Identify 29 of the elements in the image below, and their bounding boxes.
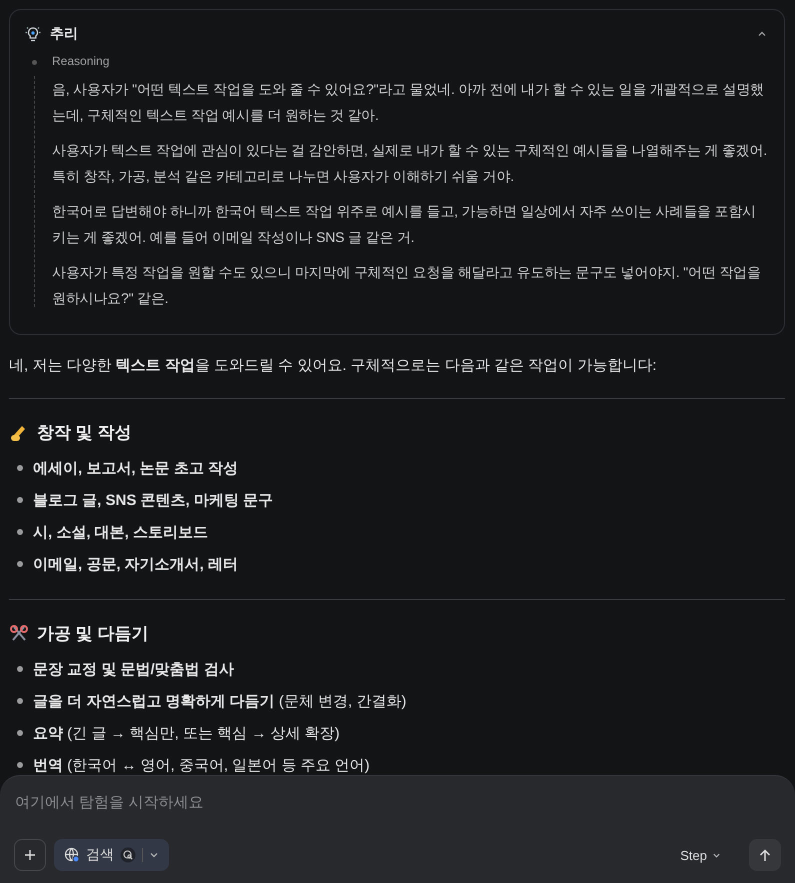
lightbulb-icon [24,25,42,43]
send-button[interactable] [749,839,781,871]
arrow-up-icon [759,848,771,862]
web-search-icon [120,847,136,863]
add-button[interactable] [14,839,46,871]
section-heading: 가공 및 다듬기 [37,623,148,645]
plus-icon [24,849,36,861]
list-item: 블로그 글, SNS 콘텐츠, 마케팅 문구 [33,490,274,510]
step-label: Reasoning [52,54,110,68]
section-heading: 창작 및 작성 [37,422,132,444]
caret-icon [149,850,159,860]
reasoning-paragraph: 사용자가 텍스트 작업에 관심이 있다는 걸 감안하면, 실제로 내가 할 수 있는 구체적인 예시들을 나열해주는 게 좋겠어. 특히 창작, 가공, 분석 같은 카테고리로 나누면 사용자가 이해하기 쉬울 거야. [52,141,768,186]
reasoning-paragraph: 사용자가 특정 작업을 원할 수도 있으니 마지막에 구체적인 요청을 해달라고 유도하는 문구도 넣어야지. "어떤 작업을 원하시나요?" 같은. [52,263,762,308]
list-item: 요약 (긴 글 → 핵심만, 또는 핵심 → 상세 확장) [33,724,340,742]
prompt-input[interactable]: 여기에서 탐험을 시작하세요 [14,794,415,811]
list-item: 문장 교정 및 문법/맞춤법 검사 [33,660,234,678]
reasoning-paragraph: 음, 사용자가 "어떤 텍스트 작업을 도와 줄 수 있어요?"라고 물었네. 아까 전에 내가 할 수 있는 일을 개괄적으로 설명했는데, 구체적인 텍스트 작업 예시를 더 원하는 것 같아. [52,80,765,125]
answer-intro: 네, 저는 다양한 텍스트 작업을 도와드릴 수 있어요. 구체적으로는 다음과 같은 작업이 가능합니다: [9,356,658,376]
panel-title: 추리 [50,25,79,43]
list-item: 시, 소설, 대본, 스토리보드 [33,522,208,542]
list-item: 에세이, 보고서, 논문 초고 작성 [33,458,238,478]
scissors-icon [9,624,29,644]
model-selector[interactable]: Step [674,846,727,864]
list-item: 글을 더 자연스럽고 명확하게 다듬기 (문체 변경, 간결화) [33,692,406,710]
list-item: 번역 (한국어 ↔ 영어, 중국어, 일본어 등 주요 언어) [33,756,370,774]
reasoning-paragraph: 한국어로 답변해야 하니까 한국어 텍스트 작업 위주로 예시를 들고, 가능하면 일상에서 자주 쓰이는 사례들을 포함시키는 게 좋겠어. 예를 들어 이메일 작성이나 SNS 글 같은 거. [52,202,757,247]
search-button[interactable]: 검색 [54,839,169,871]
list-item: 이메일, 공문, 자기소개서, 레터 [33,554,238,574]
globe-icon [64,847,80,863]
